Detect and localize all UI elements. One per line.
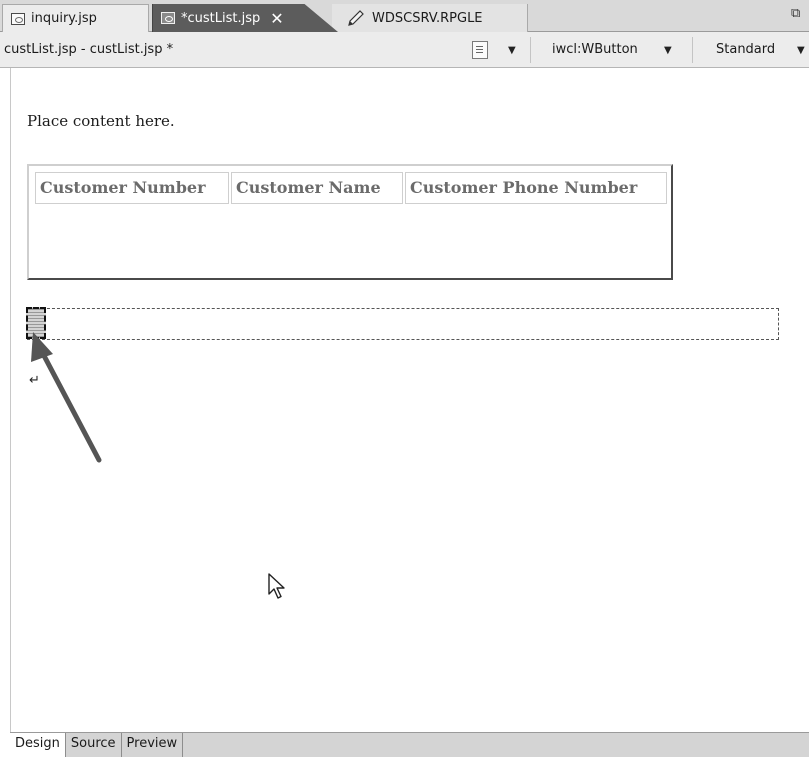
tab-preview[interactable]: Preview	[122, 733, 184, 757]
jsp-file-icon	[161, 12, 175, 24]
customer-data-table[interactable]: Customer Number Customer Name Customer P…	[27, 164, 673, 280]
maximize-icon[interactable]: ⧉	[791, 7, 803, 20]
editor-toolbar: custList.jsp - custList.jsp * ▼ iwcl:WBu…	[0, 32, 809, 68]
design-canvas[interactable]: Place content here. Customer Number Cust…	[10, 68, 809, 732]
toolbar-separator	[692, 37, 693, 63]
chevron-down-icon[interactable]: ▼	[797, 45, 805, 56]
editor-title: custList.jsp - custList.jsp *	[4, 42, 174, 57]
tab-label: *custList.jsp	[181, 10, 261, 26]
chevron-down-icon[interactable]: ▼	[508, 45, 516, 56]
tab-custlist-jsp[interactable]: *custList.jsp ✕	[152, 4, 338, 32]
jsp-file-icon	[11, 12, 25, 25]
header-customer-phone-number[interactable]: Customer Phone Number	[405, 172, 667, 204]
tab-source[interactable]: Source	[66, 733, 122, 757]
component-select[interactable]: iwcl:WButton	[552, 42, 638, 57]
page-properties-button[interactable]	[472, 41, 488, 59]
tab-wdscsrv-rpgle[interactable]: WDSCSRV.RPGLE	[332, 4, 528, 32]
tab-label: inquiry.jsp	[31, 11, 97, 26]
header-customer-number[interactable]: Customer Number	[35, 172, 229, 204]
tab-inquiry-jsp[interactable]: inquiry.jsp	[2, 4, 149, 32]
mouse-cursor-icon	[268, 573, 285, 599]
table-header-row: Customer Number Customer Name Customer P…	[35, 172, 667, 204]
header-customer-name[interactable]: Customer Name	[231, 172, 403, 204]
tab-label: WDSCSRV.RPGLE	[372, 10, 483, 26]
chevron-down-icon[interactable]: ▼	[664, 45, 672, 56]
style-select[interactable]: Standard	[716, 42, 775, 57]
new-form-row[interactable]	[26, 307, 779, 340]
placeholder-text: Place content here.	[27, 112, 175, 130]
tab-design[interactable]: Design	[10, 733, 66, 757]
annotation-arrow-icon	[31, 332, 102, 463]
toolbar-separator	[530, 37, 531, 63]
editor-page-tabs: Design Source Preview	[10, 732, 809, 757]
close-icon[interactable]: ✕	[270, 9, 283, 28]
editor-tab-strip: inquiry.jsp WDSCSRV.RPGLE *custList.jsp …	[0, 0, 809, 32]
pencil-icon	[348, 10, 364, 26]
